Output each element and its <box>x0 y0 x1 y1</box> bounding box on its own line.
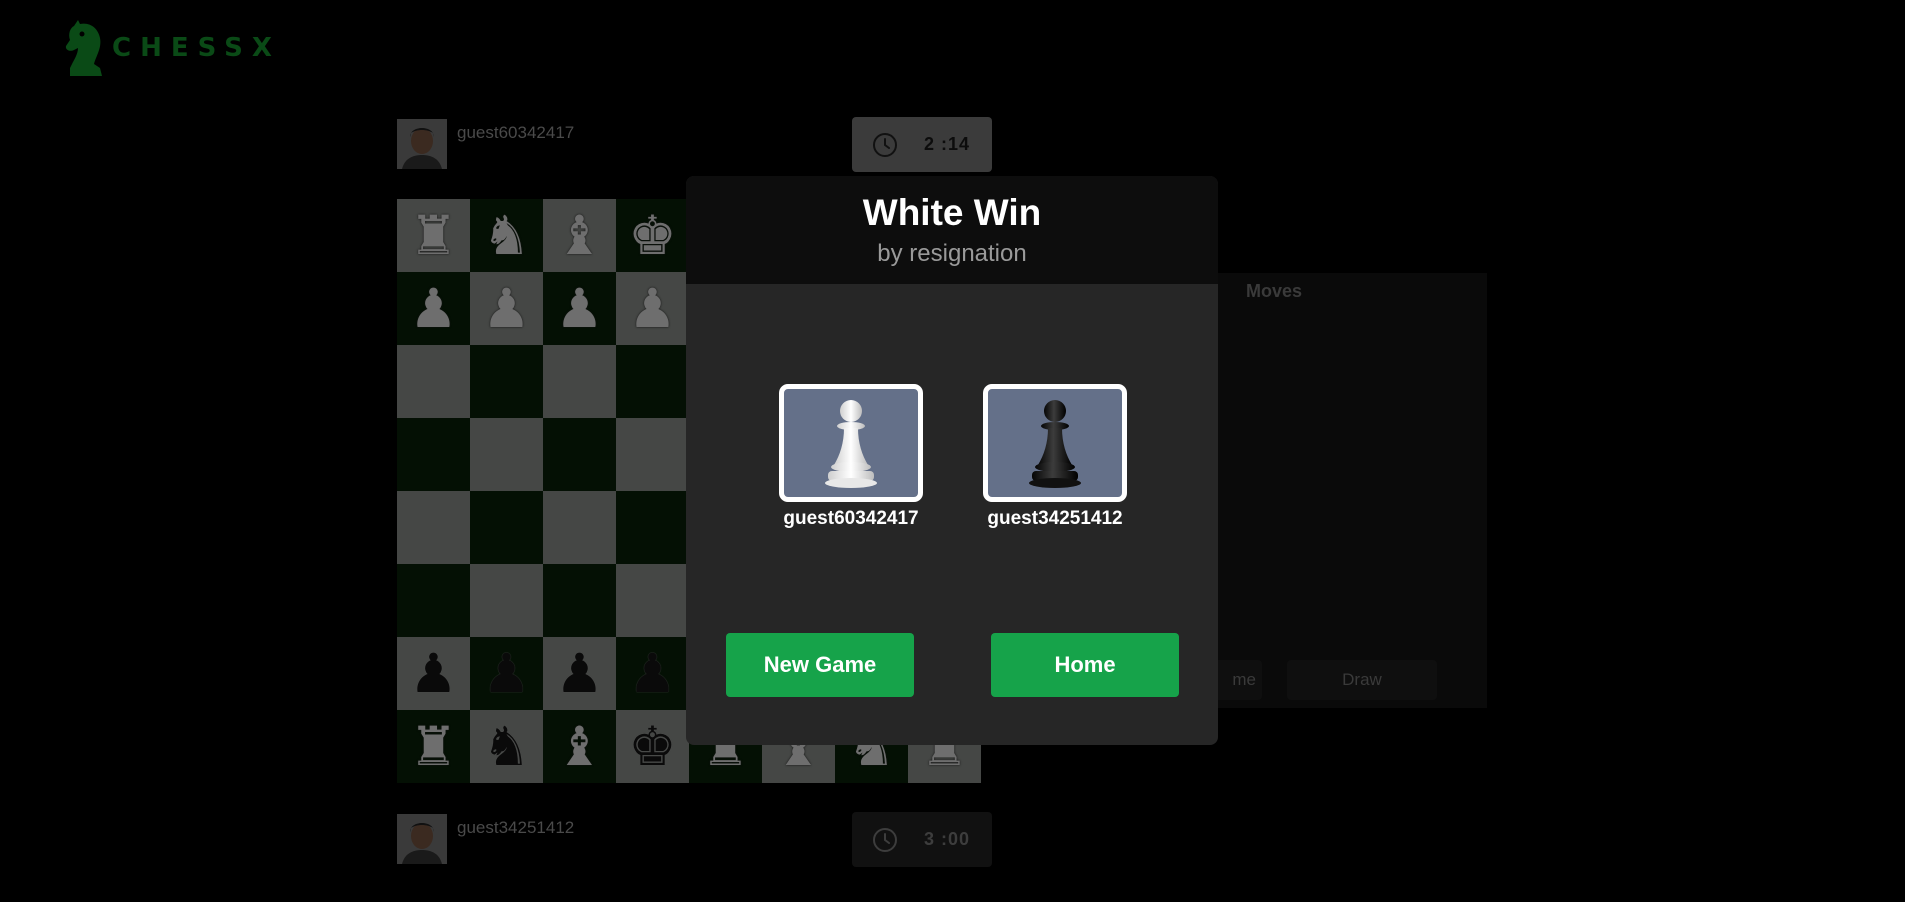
black-player-name: guest34251412 <box>987 508 1123 529</box>
bottom-player-clock: 3 :00 <box>852 812 992 867</box>
board-square[interactable] <box>470 564 543 637</box>
clock-icon <box>873 132 897 157</box>
board-square-piece[interactable]: ♞ <box>470 710 543 783</box>
board-square[interactable] <box>397 345 470 418</box>
moves-panel: Moves me Draw <box>1207 273 1487 708</box>
new-game-button[interactable]: New Game <box>726 633 914 697</box>
board-square[interactable] <box>397 418 470 491</box>
board-square-piece[interactable]: ♟ <box>543 637 616 710</box>
board-square-piece[interactable]: ♝ <box>543 199 616 272</box>
player-name: guest34251412 <box>457 818 575 837</box>
draw-button[interactable]: Draw <box>1287 660 1437 700</box>
board-square-piece[interactable]: ♞ <box>470 199 543 272</box>
avatar <box>397 814 447 864</box>
board-square[interactable] <box>616 418 689 491</box>
white-piece-box <box>779 384 923 502</box>
top-player: guest60342417 <box>397 119 574 169</box>
logo-text: CHESSX <box>112 33 281 63</box>
board-square-piece[interactable]: ♟ <box>470 637 543 710</box>
board-square[interactable] <box>397 564 470 637</box>
clock-icon <box>873 827 897 852</box>
board-square[interactable] <box>470 418 543 491</box>
board-square-piece[interactable]: ♟ <box>470 272 543 345</box>
board-square[interactable] <box>543 491 616 564</box>
board-square[interactable] <box>470 491 543 564</box>
black-pawn-icon <box>1029 400 1081 488</box>
white-pawn-icon <box>825 400 877 488</box>
black-piece-box <box>983 384 1127 502</box>
avatar <box>397 119 447 169</box>
app-logo[interactable]: CHESSX <box>62 18 281 78</box>
user-avatar-icon <box>397 119 447 169</box>
player-name: guest60342417 <box>457 123 575 142</box>
board-square-piece[interactable]: ♜ <box>397 199 470 272</box>
board-square-piece[interactable]: ♟ <box>397 637 470 710</box>
board-square[interactable] <box>543 564 616 637</box>
user-avatar-icon <box>397 814 447 864</box>
modal-header: White Win by resignation <box>686 176 1218 284</box>
board-square[interactable] <box>616 491 689 564</box>
board-square[interactable] <box>470 345 543 418</box>
knight-logo-icon <box>65 20 102 76</box>
board-square-piece[interactable]: ♟ <box>616 637 689 710</box>
board-square-piece[interactable]: ♝ <box>543 710 616 783</box>
game-over-modal: White Win by resignation guest60342417 g… <box>686 176 1218 745</box>
bottom-player: guest34251412 <box>397 814 574 864</box>
board-square-piece[interactable]: ♚ <box>616 199 689 272</box>
board-square-piece[interactable]: ♜ <box>397 710 470 783</box>
board-square[interactable] <box>543 345 616 418</box>
board-square-piece[interactable]: ♚ <box>616 710 689 783</box>
white-player-name: guest60342417 <box>783 508 919 529</box>
result-reason: by resignation <box>877 240 1027 267</box>
board-square-piece[interactable]: ♟ <box>397 272 470 345</box>
board-square-piece[interactable]: ♟ <box>543 272 616 345</box>
clock-time: 3 :00 <box>924 829 971 849</box>
board-square[interactable] <box>397 491 470 564</box>
top-player-clock: 2 :14 <box>852 117 992 172</box>
moves-title: Moves <box>1246 281 1303 301</box>
board-square[interactable] <box>616 345 689 418</box>
board-square[interactable] <box>616 564 689 637</box>
white-player-card: guest60342417 <box>778 384 924 530</box>
clock-time: 2 :14 <box>924 134 971 154</box>
black-player-card: guest34251412 <box>982 384 1128 530</box>
board-square[interactable] <box>543 418 616 491</box>
board-square-piece[interactable]: ♟ <box>616 272 689 345</box>
home-button[interactable]: Home <box>991 633 1179 697</box>
result-title: White Win <box>862 192 1042 233</box>
